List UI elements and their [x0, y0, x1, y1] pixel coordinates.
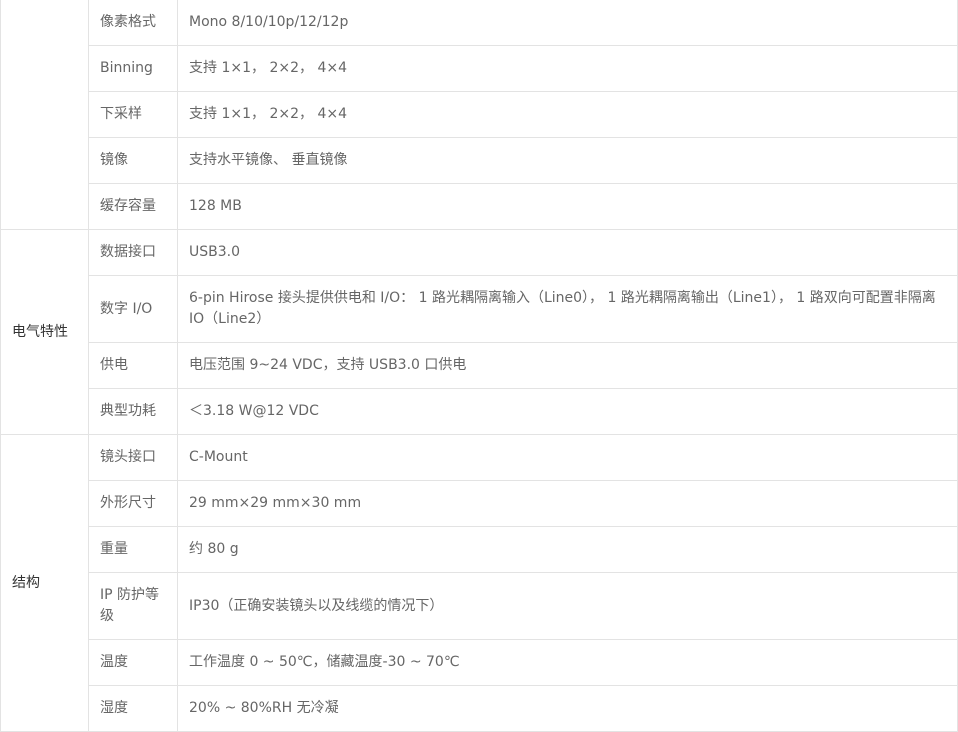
table-row: 外形尺寸 29 mm×29 mm×30 mm — [1, 480, 958, 527]
spec-label: 数据接口 — [88, 229, 178, 276]
table-row: 镜像 支持水平镜像、 垂直镜像 — [1, 137, 958, 184]
spec-value: 支持水平镜像、 垂直镜像 — [177, 137, 958, 184]
table-row: 湿度 20% ~ 80%RH 无冷凝 — [1, 685, 958, 732]
spec-label: 供电 — [88, 342, 178, 389]
spec-value: 128 MB — [177, 183, 958, 230]
table-row: 温度 工作温度 0 ~ 50℃，储藏温度-30 ~ 70℃ — [1, 639, 958, 686]
group-label-cell — [0, 0, 89, 230]
spec-value: C-Mount — [177, 434, 958, 481]
spec-label: 重量 — [88, 526, 178, 573]
spec-value: 约 80 g — [177, 526, 958, 573]
table-row: 供电 电压范围 9~24 VDC，支持 USB3.0 口供电 — [1, 342, 958, 389]
spec-label: IP 防护等级 — [88, 572, 178, 640]
table-row: 电气特性 数据接口 USB3.0 — [0, 229, 958, 435]
spec-value: 20% ~ 80%RH 无冷凝 — [177, 685, 958, 732]
spec-value: Mono 8/10/10p/12/12p — [177, 0, 958, 46]
spec-value: 支持 1×1， 2×2， 4×4 — [177, 91, 958, 138]
group-label-electrical: 电气特性 — [0, 229, 89, 435]
spec-value: 工作温度 0 ~ 50℃，储藏温度-30 ~ 70℃ — [177, 639, 958, 686]
table-row: 典型功耗 ＜3.18 W@12 VDC — [1, 388, 958, 435]
spec-value: 29 mm×29 mm×30 mm — [177, 480, 958, 527]
table-row: 数字 I/O 6-pin Hirose 接头提供供电和 I/O： 1 路光耦隔离… — [1, 275, 958, 343]
table-row: 缓存容量 128 MB — [1, 183, 958, 230]
table-row: 重量 约 80 g — [1, 526, 958, 573]
spec-label: 湿度 — [88, 685, 178, 732]
table-row: 像素格式 Mono 8/10/10p/12/12p — [0, 0, 958, 230]
spec-label: 典型功耗 — [88, 388, 178, 435]
spec-table: 像素格式 Mono 8/10/10p/12/12p Binning 支持 1×1… — [0, 0, 958, 732]
spec-value: USB3.0 — [177, 229, 958, 276]
spec-label: 镜头接口 — [88, 434, 178, 481]
spec-label: 像素格式 — [88, 0, 178, 46]
spec-label: 外形尺寸 — [88, 480, 178, 527]
table-row: 结构 镜头接口 C-Mount — [0, 434, 958, 732]
spec-value: 电压范围 9~24 VDC，支持 USB3.0 口供电 — [177, 342, 958, 389]
spec-value: ＜3.18 W@12 VDC — [177, 388, 958, 435]
spec-label: 缓存容量 — [88, 183, 178, 230]
table-row: 下采样 支持 1×1， 2×2， 4×4 — [1, 91, 958, 138]
spec-label: 数字 I/O — [88, 275, 178, 343]
table-row: IP 防护等级 IP30（正确安装镜头以及线缆的情况下） — [1, 572, 958, 640]
spec-label: 温度 — [88, 639, 178, 686]
table-row: Binning 支持 1×1， 2×2， 4×4 — [1, 45, 958, 92]
spec-label: Binning — [88, 45, 178, 92]
spec-label: 下采样 — [88, 91, 178, 138]
group-label-structure: 结构 — [0, 434, 89, 732]
spec-value: IP30（正确安装镜头以及线缆的情况下） — [177, 572, 958, 640]
spec-value: 支持 1×1， 2×2， 4×4 — [177, 45, 958, 92]
spec-label: 镜像 — [88, 137, 178, 184]
spec-value: 6-pin Hirose 接头提供供电和 I/O： 1 路光耦隔离输入（Line… — [177, 275, 958, 343]
